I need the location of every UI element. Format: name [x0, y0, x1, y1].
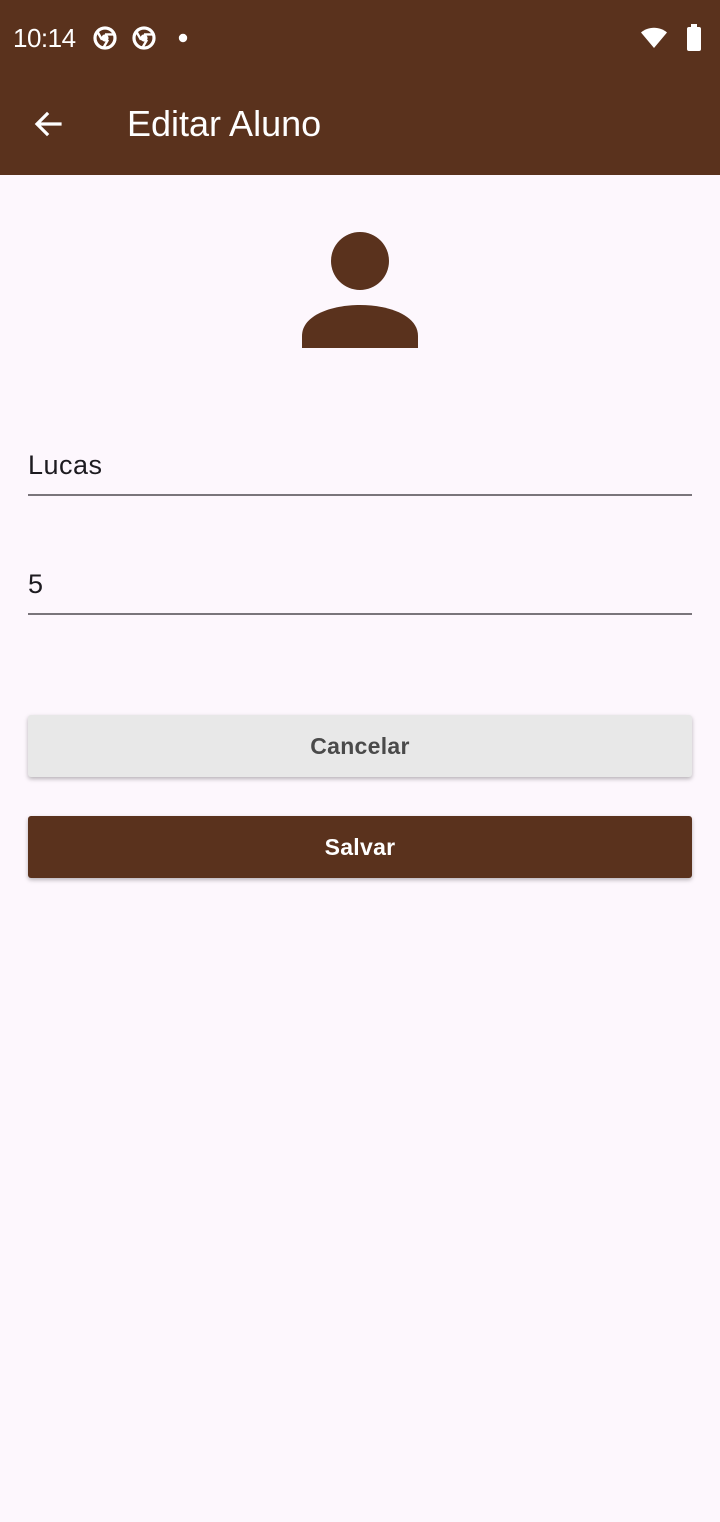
cancel-button[interactable]: Cancelar [28, 715, 692, 777]
battery-icon [686, 24, 702, 52]
app-bar: Editar Aluno [0, 76, 720, 175]
grade-input[interactable] [28, 555, 692, 613]
back-button[interactable] [22, 100, 74, 152]
notification-dot-icon [171, 26, 195, 50]
arrow-back-icon [32, 108, 64, 145]
wifi-icon [640, 26, 668, 50]
name-field [28, 436, 692, 496]
page-title: Editar Aluno [127, 103, 322, 144]
status-time: 10:14 [13, 23, 76, 53]
person-icon [296, 224, 424, 352]
chrome-icon [93, 26, 117, 50]
grade-field [28, 555, 692, 615]
save-button[interactable]: Salvar [28, 816, 692, 878]
chrome-icon [132, 26, 156, 50]
status-bar: 10:14 [0, 0, 720, 76]
name-input[interactable] [28, 436, 692, 494]
